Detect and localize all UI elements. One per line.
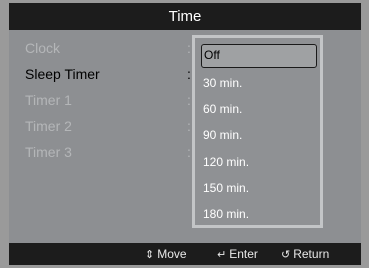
dropdown-option-30-min[interactable]: 30 min.: [201, 71, 317, 95]
dropdown-option-150-min[interactable]: 150 min.: [201, 176, 317, 200]
menu-item-colon: :: [187, 92, 191, 108]
menu-item-sleep-timer[interactable]: Sleep Timer :: [9, 62, 219, 86]
up-down-arrow-icon: ⇕: [145, 249, 155, 261]
sleep-timer-dropdown[interactable]: Off 30 min. 60 min. 90 min. 120 min. 150…: [192, 35, 323, 228]
menu-item-colon: :: [187, 118, 191, 134]
footer-hint-bar: ⇕ Move ↵ Enter ↺ Return: [9, 243, 361, 265]
return-hint: ↺ Return: [281, 243, 329, 266]
dropdown-option-90-min[interactable]: 90 min.: [201, 123, 317, 147]
menu-item-label: Timer 3: [25, 144, 72, 160]
menu-item-timer-2[interactable]: Timer 2 :: [9, 114, 219, 138]
menu-item-colon: :: [187, 40, 191, 56]
menu-title: Time: [9, 3, 361, 30]
tv-menu-screen: Time Clock : Sleep Timer : Timer 1 : Tim…: [9, 3, 361, 265]
menu-item-timer-3[interactable]: Timer 3 :: [9, 140, 219, 164]
menu-item-timer-1[interactable]: Timer 1 :: [9, 88, 219, 112]
dropdown-option-120-min[interactable]: 120 min.: [201, 150, 317, 174]
menu-item-colon: :: [187, 144, 191, 160]
return-hint-label: Return: [293, 247, 330, 261]
move-hint-label: Move: [157, 247, 187, 261]
menu-item-clock[interactable]: Clock :: [9, 36, 219, 60]
move-hint: ⇕ Move: [145, 243, 187, 266]
enter-icon: ↵: [217, 249, 227, 261]
dropdown-option-off[interactable]: Off: [201, 44, 317, 68]
enter-hint: ↵ Enter: [217, 243, 258, 266]
menu-item-colon: :: [187, 66, 191, 82]
menu-item-label: Clock: [25, 40, 61, 56]
dropdown-option-60-min[interactable]: 60 min.: [201, 97, 317, 121]
dropdown-option-180-min[interactable]: 180 min.: [201, 202, 317, 226]
menu-item-label: Timer 1: [25, 92, 72, 108]
enter-hint-label: Enter: [229, 247, 258, 261]
return-icon: ↺: [281, 249, 291, 261]
menu-item-label: Timer 2: [25, 118, 72, 134]
menu-item-label: Sleep Timer: [25, 66, 100, 82]
